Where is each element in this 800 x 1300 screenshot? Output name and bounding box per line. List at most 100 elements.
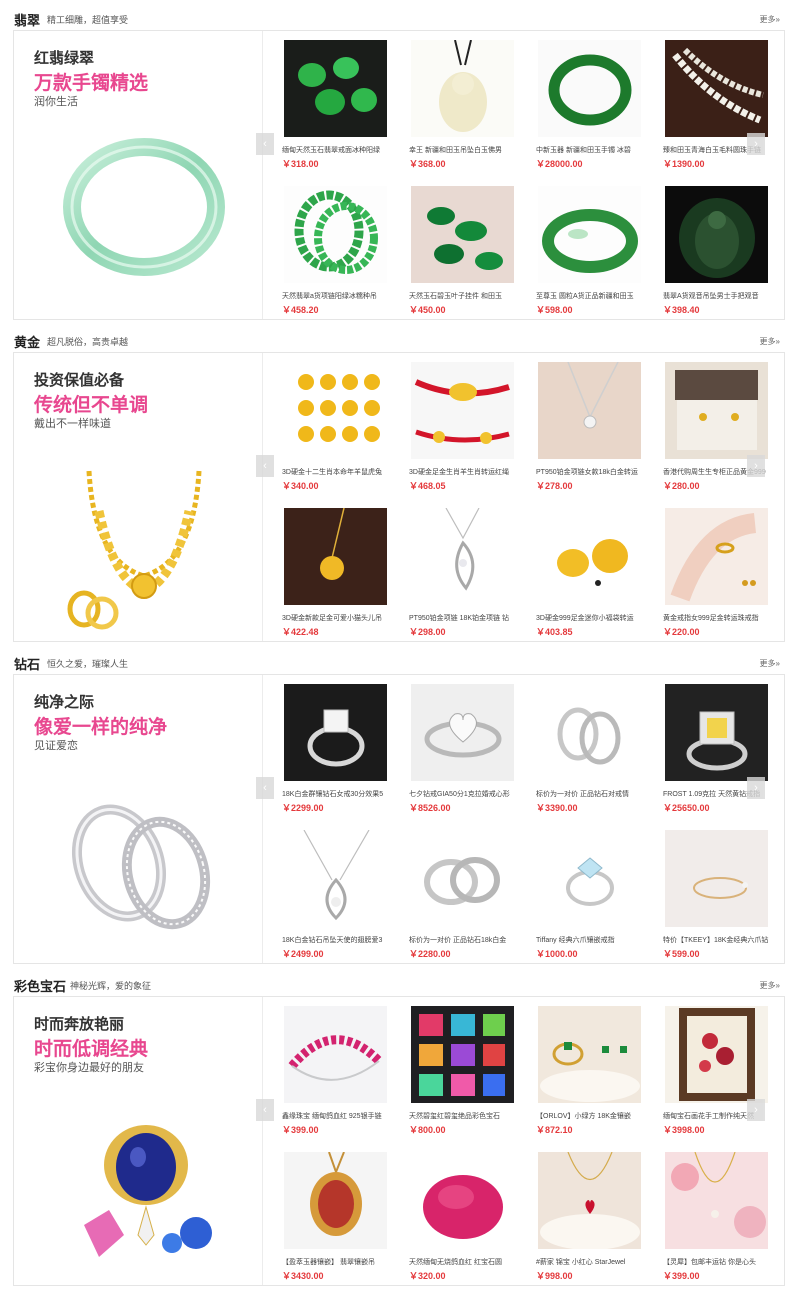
product-card[interactable]: 标价为一对价 正品钻石对戒情 ￥3390.00: [534, 675, 642, 815]
product-image[interactable]: [411, 362, 514, 459]
product-card[interactable]: Tiffany 经典六爪镶嵌戒指 ￥1000.00: [534, 821, 642, 961]
product-card[interactable]: 缅甸天然玉石翡翠戒面冰种阳绿 ￥318.00: [280, 31, 388, 171]
product-name[interactable]: 18K白金群镶钻石女戒30分效果5: [282, 789, 390, 799]
product-card[interactable]: 天然玉石碧玉叶子挂件 和田玉 ￥450.00: [407, 177, 515, 317]
product-name[interactable]: 特价【TKEEY】18K金经典六爪钻: [663, 935, 771, 945]
product-image[interactable]: [284, 1152, 387, 1249]
product-image[interactable]: [538, 1006, 641, 1103]
product-card[interactable]: 七夕钻戒GIA50分1克拉婚戒心形 ￥8526.00: [407, 675, 515, 815]
product-image[interactable]: [665, 508, 768, 605]
product-name[interactable]: 天然碧玺红碧玺绝品彩色宝石: [409, 1111, 517, 1121]
product-card[interactable]: #薪家 锦宝 小红心 StarJewel ￥998.00: [534, 1143, 642, 1283]
product-image[interactable]: [665, 1006, 768, 1103]
promo-banner[interactable]: 投资保值必备 传统但不单调 戴出不一样味道: [14, 353, 263, 641]
more-link[interactable]: 更多»: [760, 658, 780, 669]
product-image[interactable]: [665, 186, 768, 283]
product-image[interactable]: [538, 508, 641, 605]
product-image[interactable]: [538, 40, 641, 137]
product-image[interactable]: [411, 830, 514, 927]
product-card[interactable]: 鑫缘珠宝 缅甸鸽血红 925银手链 ￥399.00: [280, 997, 388, 1137]
product-name[interactable]: 3D硬金999足金迷你小福袋转运: [536, 613, 644, 623]
product-image[interactable]: [665, 40, 768, 137]
prev-arrow[interactable]: ‹: [256, 455, 274, 477]
product-name[interactable]: 幸王 新疆和田玉吊坠白玉佛男: [409, 145, 517, 155]
product-card[interactable]: 特价【TKEEY】18K金经典六爪钻 ￥599.00: [661, 821, 769, 961]
product-image[interactable]: [411, 40, 514, 137]
product-name[interactable]: 标价为一对价 正品钻石对戒情: [536, 789, 644, 799]
product-image[interactable]: [284, 40, 387, 137]
product-card[interactable]: 3D硬金新款足金可爱小猫头儿吊 ￥422.48: [280, 499, 388, 639]
product-name[interactable]: 黄金戒指女999足金转运珠戒指: [663, 613, 771, 623]
product-image[interactable]: [538, 830, 641, 927]
product-name[interactable]: 【ORLOV】小绿方 18K金镶嵌: [536, 1111, 644, 1121]
product-image[interactable]: [411, 508, 514, 605]
product-name[interactable]: 中新玉器 新疆和田玉手镯 冰碧: [536, 145, 644, 155]
product-image[interactable]: [411, 186, 514, 283]
product-card[interactable]: 天然翡翠a货项链阳绿冰糯种吊 ￥458.20: [280, 177, 388, 317]
product-card[interactable]: 天然缅甸无烧鸽血红 红宝石圆 ￥320.00: [407, 1143, 515, 1283]
product-image[interactable]: [665, 1152, 768, 1249]
product-name[interactable]: 3D硬金足金生肖羊生肖转运红绳: [409, 467, 517, 477]
product-card[interactable]: 【灵犀】包邮丰运钻 你是心头 ￥399.00: [661, 1143, 769, 1283]
product-image[interactable]: [284, 1006, 387, 1103]
product-name[interactable]: 翡翠A货观音吊坠男士手把观音: [663, 291, 771, 301]
product-card[interactable]: 幸王 新疆和田玉吊坠白玉佛男 ￥368.00: [407, 31, 515, 171]
product-card[interactable]: 黄金戒指女999足金转运珠戒指 ￥220.00: [661, 499, 769, 639]
product-name[interactable]: 【盈萃玉器镶嵌】 翡翠镶嵌吊: [282, 1257, 390, 1267]
more-link[interactable]: 更多»: [760, 980, 780, 991]
product-card[interactable]: 18K白金群镶钻石女戒30分效果5 ￥2299.00: [280, 675, 388, 815]
product-name[interactable]: #薪家 锦宝 小红心 StarJewel: [536, 1257, 644, 1267]
product-image[interactable]: [538, 684, 641, 781]
product-name[interactable]: 天然缅甸无烧鸽血红 红宝石圆: [409, 1257, 517, 1267]
product-name[interactable]: 【灵犀】包邮丰运钻 你是心头: [663, 1257, 771, 1267]
product-image[interactable]: [411, 1006, 514, 1103]
product-name[interactable]: 鑫缘珠宝 缅甸鸽血红 925银手链: [282, 1111, 390, 1121]
prev-arrow[interactable]: ‹: [256, 133, 274, 155]
product-card[interactable]: 至尊玉 圆粒A货正品新疆和田玉 ￥598.00: [534, 177, 642, 317]
product-image[interactable]: [284, 684, 387, 781]
product-image[interactable]: [284, 830, 387, 927]
product-image[interactable]: [284, 186, 387, 283]
more-link[interactable]: 更多»: [760, 14, 780, 25]
next-arrow[interactable]: ›: [747, 133, 765, 155]
product-card[interactable]: PT950铂金项链 18K铂金项链 钻 ￥298.00: [407, 499, 515, 639]
promo-banner[interactable]: 纯净之际 像爱一样的纯净 见证爱恋: [14, 675, 263, 963]
product-name[interactable]: 天然玉石碧玉叶子挂件 和田玉: [409, 291, 517, 301]
product-name[interactable]: Tiffany 经典六爪镶嵌戒指: [536, 935, 644, 945]
product-image[interactable]: [284, 508, 387, 605]
product-image[interactable]: [538, 186, 641, 283]
next-arrow[interactable]: ›: [747, 455, 765, 477]
product-name[interactable]: 至尊玉 圆粒A货正品新疆和田玉: [536, 291, 644, 301]
product-card[interactable]: 【ORLOV】小绿方 18K金镶嵌 ￥872.10: [534, 997, 642, 1137]
product-name[interactable]: 七夕钻戒GIA50分1克拉婚戒心形: [409, 789, 517, 799]
product-card[interactable]: 3D硬金足金生肖羊生肖转运红绳 ￥468.05: [407, 353, 515, 493]
prev-arrow[interactable]: ‹: [256, 777, 274, 799]
next-arrow[interactable]: ›: [747, 1099, 765, 1121]
product-image[interactable]: [665, 684, 768, 781]
promo-banner[interactable]: 时而奔放艳丽 时而低调经典 彩宝你身边最好的朋友: [14, 997, 263, 1285]
product-image[interactable]: [665, 830, 768, 927]
product-name[interactable]: 缅甸天然玉石翡翠戒面冰种阳绿: [282, 145, 390, 155]
promo-banner[interactable]: 红翡绿翠 万款手镯精选 润你生活: [14, 31, 263, 319]
product-name[interactable]: PT950铂金项链女款18k白金转运: [536, 467, 644, 477]
product-card[interactable]: PT950铂金项链女款18k白金转运 ￥278.00: [534, 353, 642, 493]
product-image[interactable]: [665, 362, 768, 459]
product-name[interactable]: 标价为一对价 正品钻石18k白金: [409, 935, 517, 945]
product-name[interactable]: PT950铂金项链 18K铂金项链 钻: [409, 613, 517, 623]
product-image[interactable]: [284, 362, 387, 459]
next-arrow[interactable]: ›: [747, 777, 765, 799]
product-card[interactable]: 天然碧玺红碧玺绝品彩色宝石 ￥800.00: [407, 997, 515, 1137]
product-image[interactable]: [538, 1152, 641, 1249]
product-card[interactable]: 翡翠A货观音吊坠男士手把观音 ￥398.40: [661, 177, 769, 317]
product-card[interactable]: 标价为一对价 正品钻石18k白金 ￥2280.00: [407, 821, 515, 961]
product-image[interactable]: [538, 362, 641, 459]
product-name[interactable]: 3D硬金新款足金可爱小猫头儿吊: [282, 613, 390, 623]
product-name[interactable]: 18K白金钻石吊坠天使的翅膀爱3: [282, 935, 390, 945]
product-card[interactable]: 3D硬金999足金迷你小福袋转运 ￥403.85: [534, 499, 642, 639]
product-name[interactable]: 3D硬金十二生肖本命年羊鼠虎兔: [282, 467, 390, 477]
product-card[interactable]: 18K白金钻石吊坠天使的翅膀爱3 ￥2499.00: [280, 821, 388, 961]
more-link[interactable]: 更多»: [760, 336, 780, 347]
product-card[interactable]: 中新玉器 新疆和田玉手镯 冰碧 ￥28000.00: [534, 31, 642, 171]
product-image[interactable]: [411, 684, 514, 781]
product-name[interactable]: 天然翡翠a货项链阳绿冰糯种吊: [282, 291, 390, 301]
